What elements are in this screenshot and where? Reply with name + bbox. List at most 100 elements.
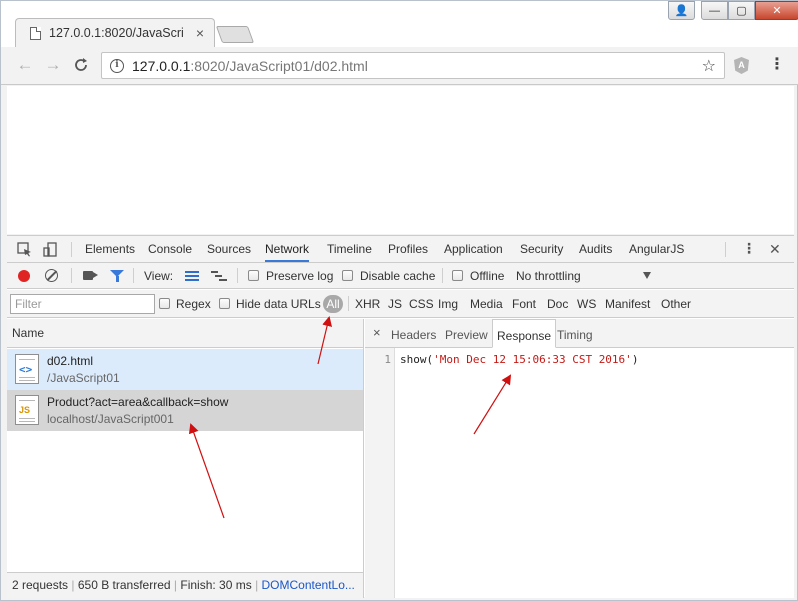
request-count: 2 requests (12, 578, 69, 592)
tab-profiles[interactable]: Profiles (388, 236, 428, 262)
response-string: 'Mon Dec 12 15:06:33 CST 2016' (433, 353, 632, 366)
filter-xhr[interactable]: XHR (355, 297, 380, 311)
url-text: 127.0.0.1:8020/JavaScript01/d02.html (132, 57, 368, 74)
line-number: 1 (384, 353, 391, 366)
filter-img[interactable]: Img (438, 297, 458, 311)
browser-toolbar: ← → i 127.0.0.1:8020/JavaScript01/d02.ht… (1, 47, 798, 85)
angular-extension-icon[interactable]: A (734, 57, 749, 74)
network-summary-bar: 2 requests | 650 B transferred | Finish:… (7, 572, 363, 598)
bookmark-star-icon[interactable]: ☆ (702, 56, 716, 76)
separator (133, 268, 134, 283)
requests-pane: Name <> d02.html /JavaScript01 JS Produc… (7, 319, 364, 598)
tab-elements[interactable]: Elements (85, 236, 135, 262)
tab-sources[interactable]: Sources (207, 236, 251, 262)
chevron-down-icon[interactable] (643, 272, 651, 279)
request-path: localhost/JavaScript001 (47, 412, 174, 426)
reload-icon[interactable] (71, 55, 91, 75)
close-window-button[interactable]: ✕ (755, 1, 798, 20)
tab-headers[interactable]: Headers (391, 319, 436, 348)
transferred-size: 650 B transferred (77, 578, 171, 592)
forward-arrow-icon[interactable]: → (43, 55, 63, 75)
address-bar[interactable]: i 127.0.0.1:8020/JavaScript01/d02.html ☆ (101, 52, 725, 79)
filter-css[interactable]: CSS (409, 297, 434, 311)
detail-tab-bar: × Headers Preview Response Timing (365, 319, 794, 348)
filter-all-button[interactable]: All (323, 295, 343, 313)
request-path: /JavaScript01 (47, 371, 120, 385)
tab-response[interactable]: Response (492, 319, 557, 348)
view-label: View: (144, 269, 174, 283)
filter-manifest[interactable]: Manifest (605, 297, 650, 311)
maximize-button[interactable]: ▢ (728, 1, 755, 20)
devtools-more-icon[interactable]: ⋮ (742, 240, 756, 257)
large-rows-icon[interactable] (185, 271, 199, 281)
tab-preview[interactable]: Preview (445, 319, 488, 348)
window-controls: 👤 — ▢ ✕ (668, 1, 798, 20)
filter-bar: Filter Regex Hide data URLs All XHR JS C… (7, 290, 794, 318)
device-mode-icon[interactable] (43, 242, 58, 260)
devtools-panel: Elements Console Sources Network Timelin… (7, 235, 794, 598)
table-row[interactable]: <> d02.html /JavaScript01 (7, 349, 363, 390)
separator (237, 268, 238, 283)
html-file-icon: <> (15, 354, 39, 384)
separator (71, 242, 72, 257)
tab-timing[interactable]: Timing (557, 319, 593, 348)
separator (348, 296, 349, 311)
dom-content-loaded-time: DOMContentLo... (261, 578, 355, 592)
overview-icon[interactable] (211, 271, 227, 281)
filter-ws[interactable]: WS (577, 297, 596, 311)
record-icon[interactable] (18, 270, 30, 282)
preserve-log-checkbox[interactable] (248, 270, 259, 281)
browser-tab[interactable]: 127.0.0.1:8020/JavaScri × (15, 18, 215, 47)
filter-other[interactable]: Other (661, 297, 691, 311)
user-icon[interactable]: 👤 (668, 1, 695, 20)
request-name: Product?act=area&callback=show (47, 395, 229, 409)
browser-menu-icon[interactable]: ⋮ (769, 55, 785, 75)
browser-window: 127.0.0.1:8020/JavaScri × 👤 — ▢ ✕ ← → i … (0, 0, 798, 601)
network-toolbar: View: Preserve log Disable cache Offline… (7, 263, 794, 289)
request-name: d02.html (47, 354, 94, 368)
tab-audits[interactable]: Audits (579, 236, 612, 262)
offline-checkbox[interactable] (452, 270, 463, 281)
separator (725, 242, 726, 257)
filter-doc[interactable]: Doc (547, 297, 568, 311)
table-row[interactable]: JS Product?act=area&callback=show localh… (7, 390, 363, 431)
tab-security[interactable]: Security (520, 236, 563, 262)
name-column-header[interactable]: Name (7, 319, 363, 348)
site-info-icon[interactable]: i (110, 58, 124, 73)
tab-timeline[interactable]: Timeline (327, 236, 372, 262)
hide-data-urls-checkbox[interactable] (219, 298, 230, 309)
filter-icon[interactable] (110, 270, 124, 282)
filter-input[interactable]: Filter (10, 294, 155, 314)
regex-checkbox[interactable] (159, 298, 170, 309)
disable-cache-label: Disable cache (360, 269, 436, 283)
separator (442, 268, 443, 283)
inspect-element-icon[interactable] (17, 242, 32, 260)
capture-screenshots-icon[interactable] (83, 271, 98, 280)
tab-title: 127.0.0.1:8020/JavaScri (49, 26, 184, 40)
new-tab-button[interactable] (215, 26, 255, 43)
finish-time: Finish: 30 ms (180, 578, 252, 592)
tab-application[interactable]: Application (444, 236, 503, 262)
request-detail-pane: × Headers Preview Response Timing 1 show… (365, 319, 794, 598)
devtools-tab-bar: Elements Console Sources Network Timelin… (7, 236, 794, 263)
filter-font[interactable]: Font (512, 297, 536, 311)
throttling-select[interactable]: No throttling (516, 269, 581, 283)
filter-media[interactable]: Media (470, 297, 503, 311)
page-viewport (7, 86, 794, 234)
devtools-close-icon[interactable]: ✕ (769, 241, 781, 258)
tab-network[interactable]: Network (265, 236, 310, 262)
minimize-button[interactable]: — (701, 1, 728, 20)
js-file-icon: JS (15, 395, 39, 425)
offline-label: Offline (470, 269, 505, 283)
line-number-gutter: 1 (365, 348, 395, 598)
regex-label: Regex (176, 297, 211, 311)
response-body[interactable]: show('Mon Dec 12 15:06:33 CST 2016') (400, 353, 638, 366)
close-detail-icon[interactable]: × (373, 325, 381, 340)
clear-icon[interactable] (45, 269, 58, 282)
tab-console[interactable]: Console (148, 236, 192, 262)
filter-js[interactable]: JS (388, 297, 402, 311)
back-arrow-icon[interactable]: ← (15, 55, 35, 75)
tab-close-icon[interactable]: × (196, 25, 204, 41)
tab-angularjs[interactable]: AngularJS (629, 236, 684, 262)
disable-cache-checkbox[interactable] (342, 270, 353, 281)
